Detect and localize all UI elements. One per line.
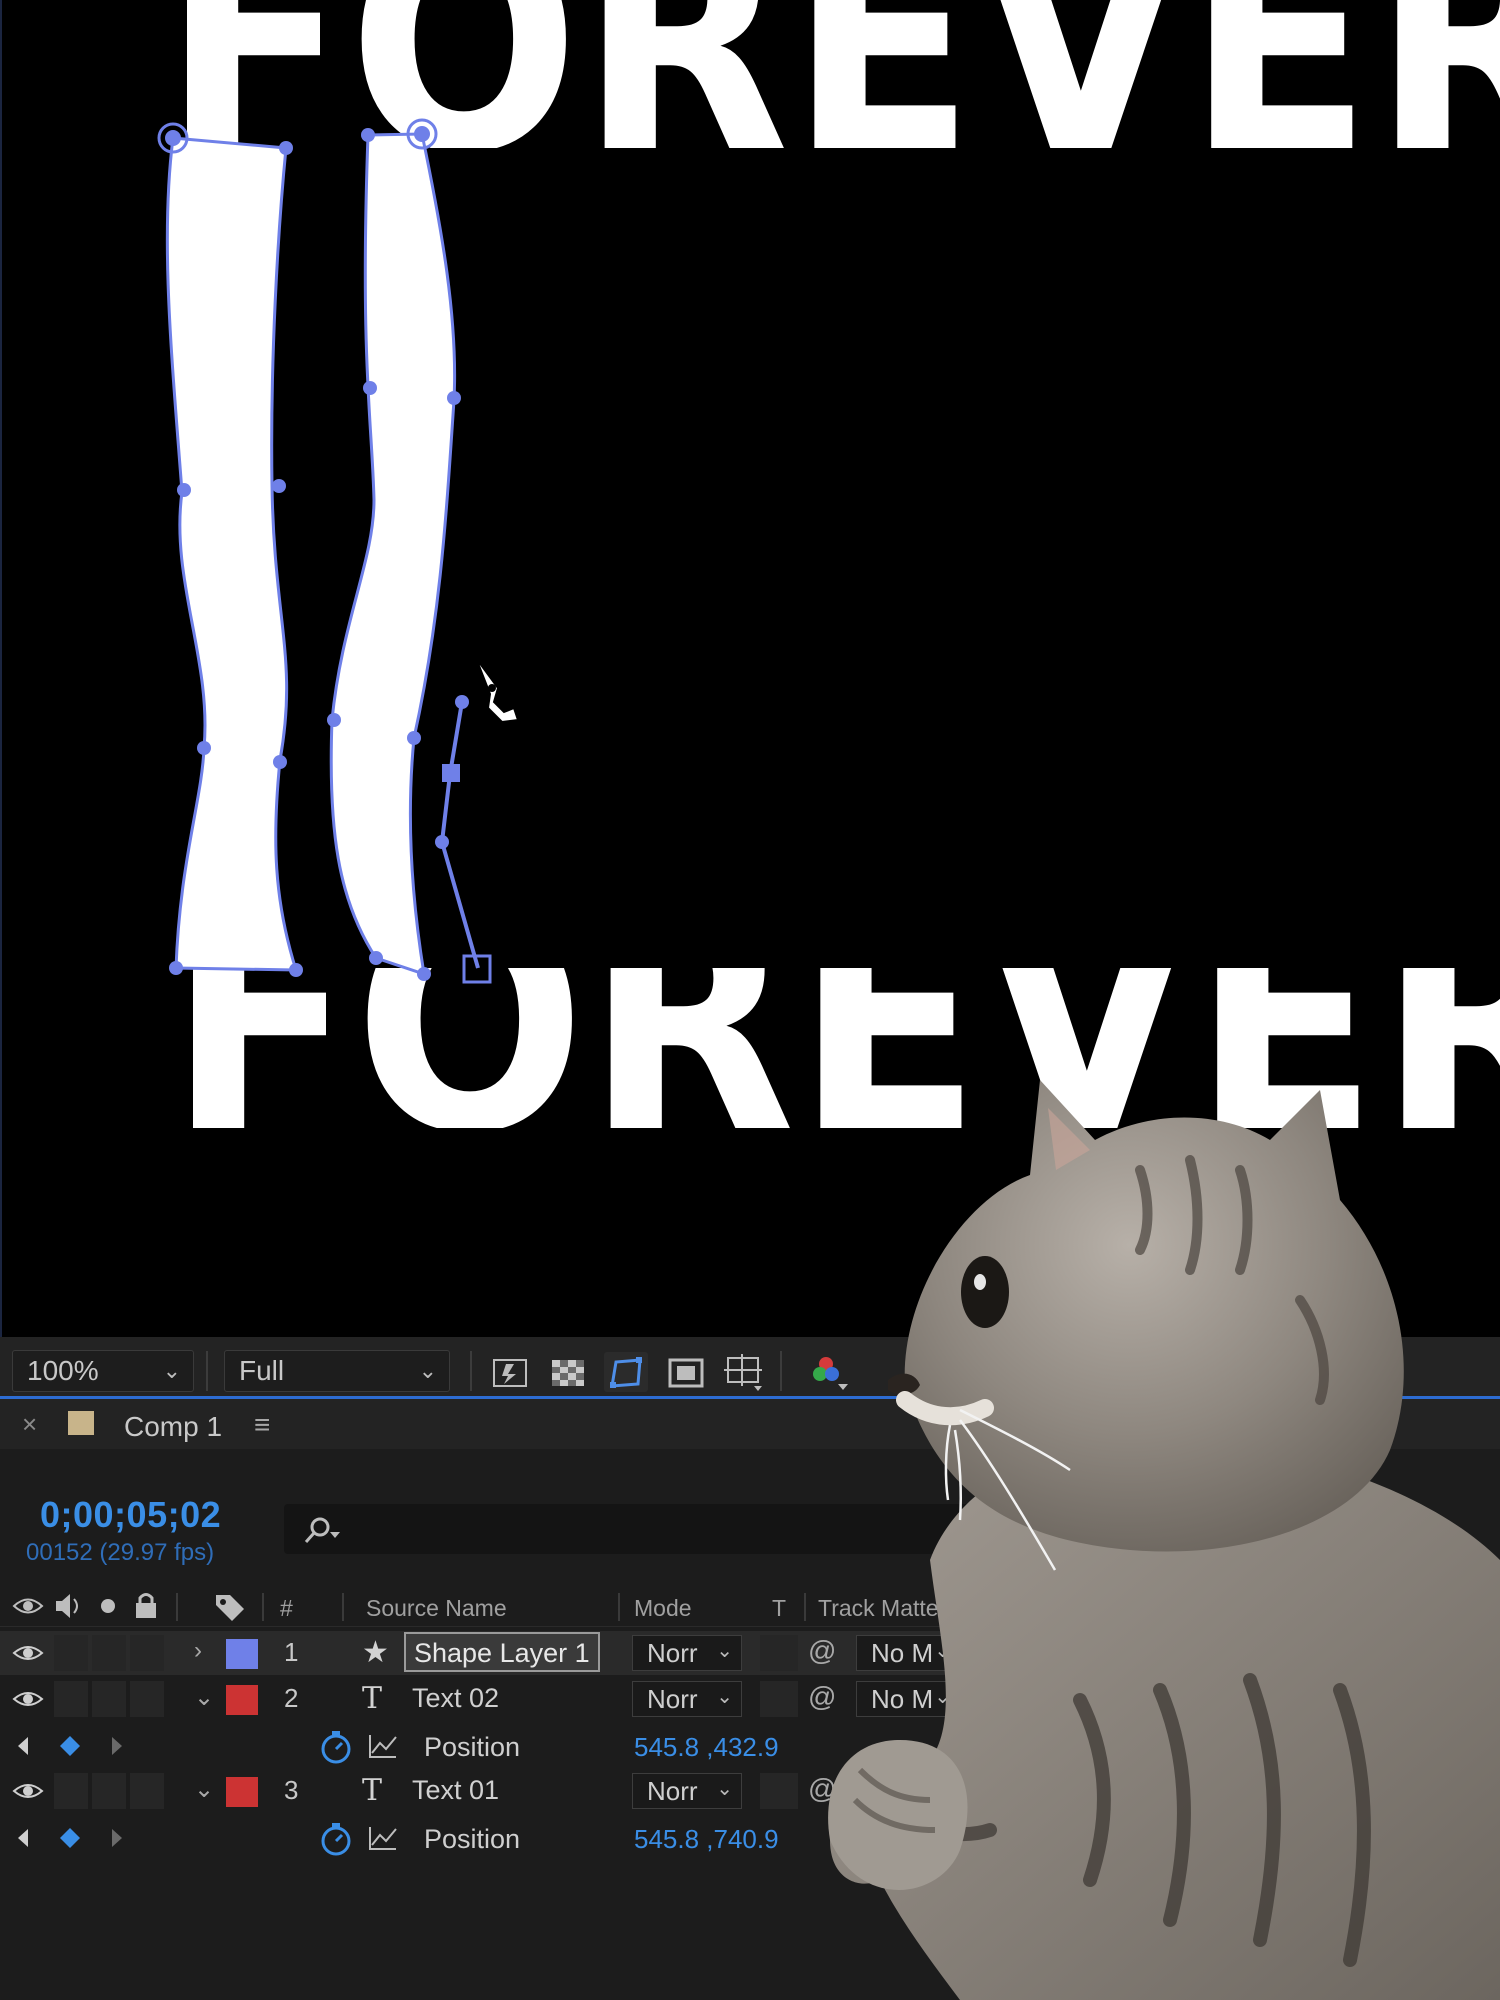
tabby-cat-overlay-image <box>828 1080 1500 2000</box>
